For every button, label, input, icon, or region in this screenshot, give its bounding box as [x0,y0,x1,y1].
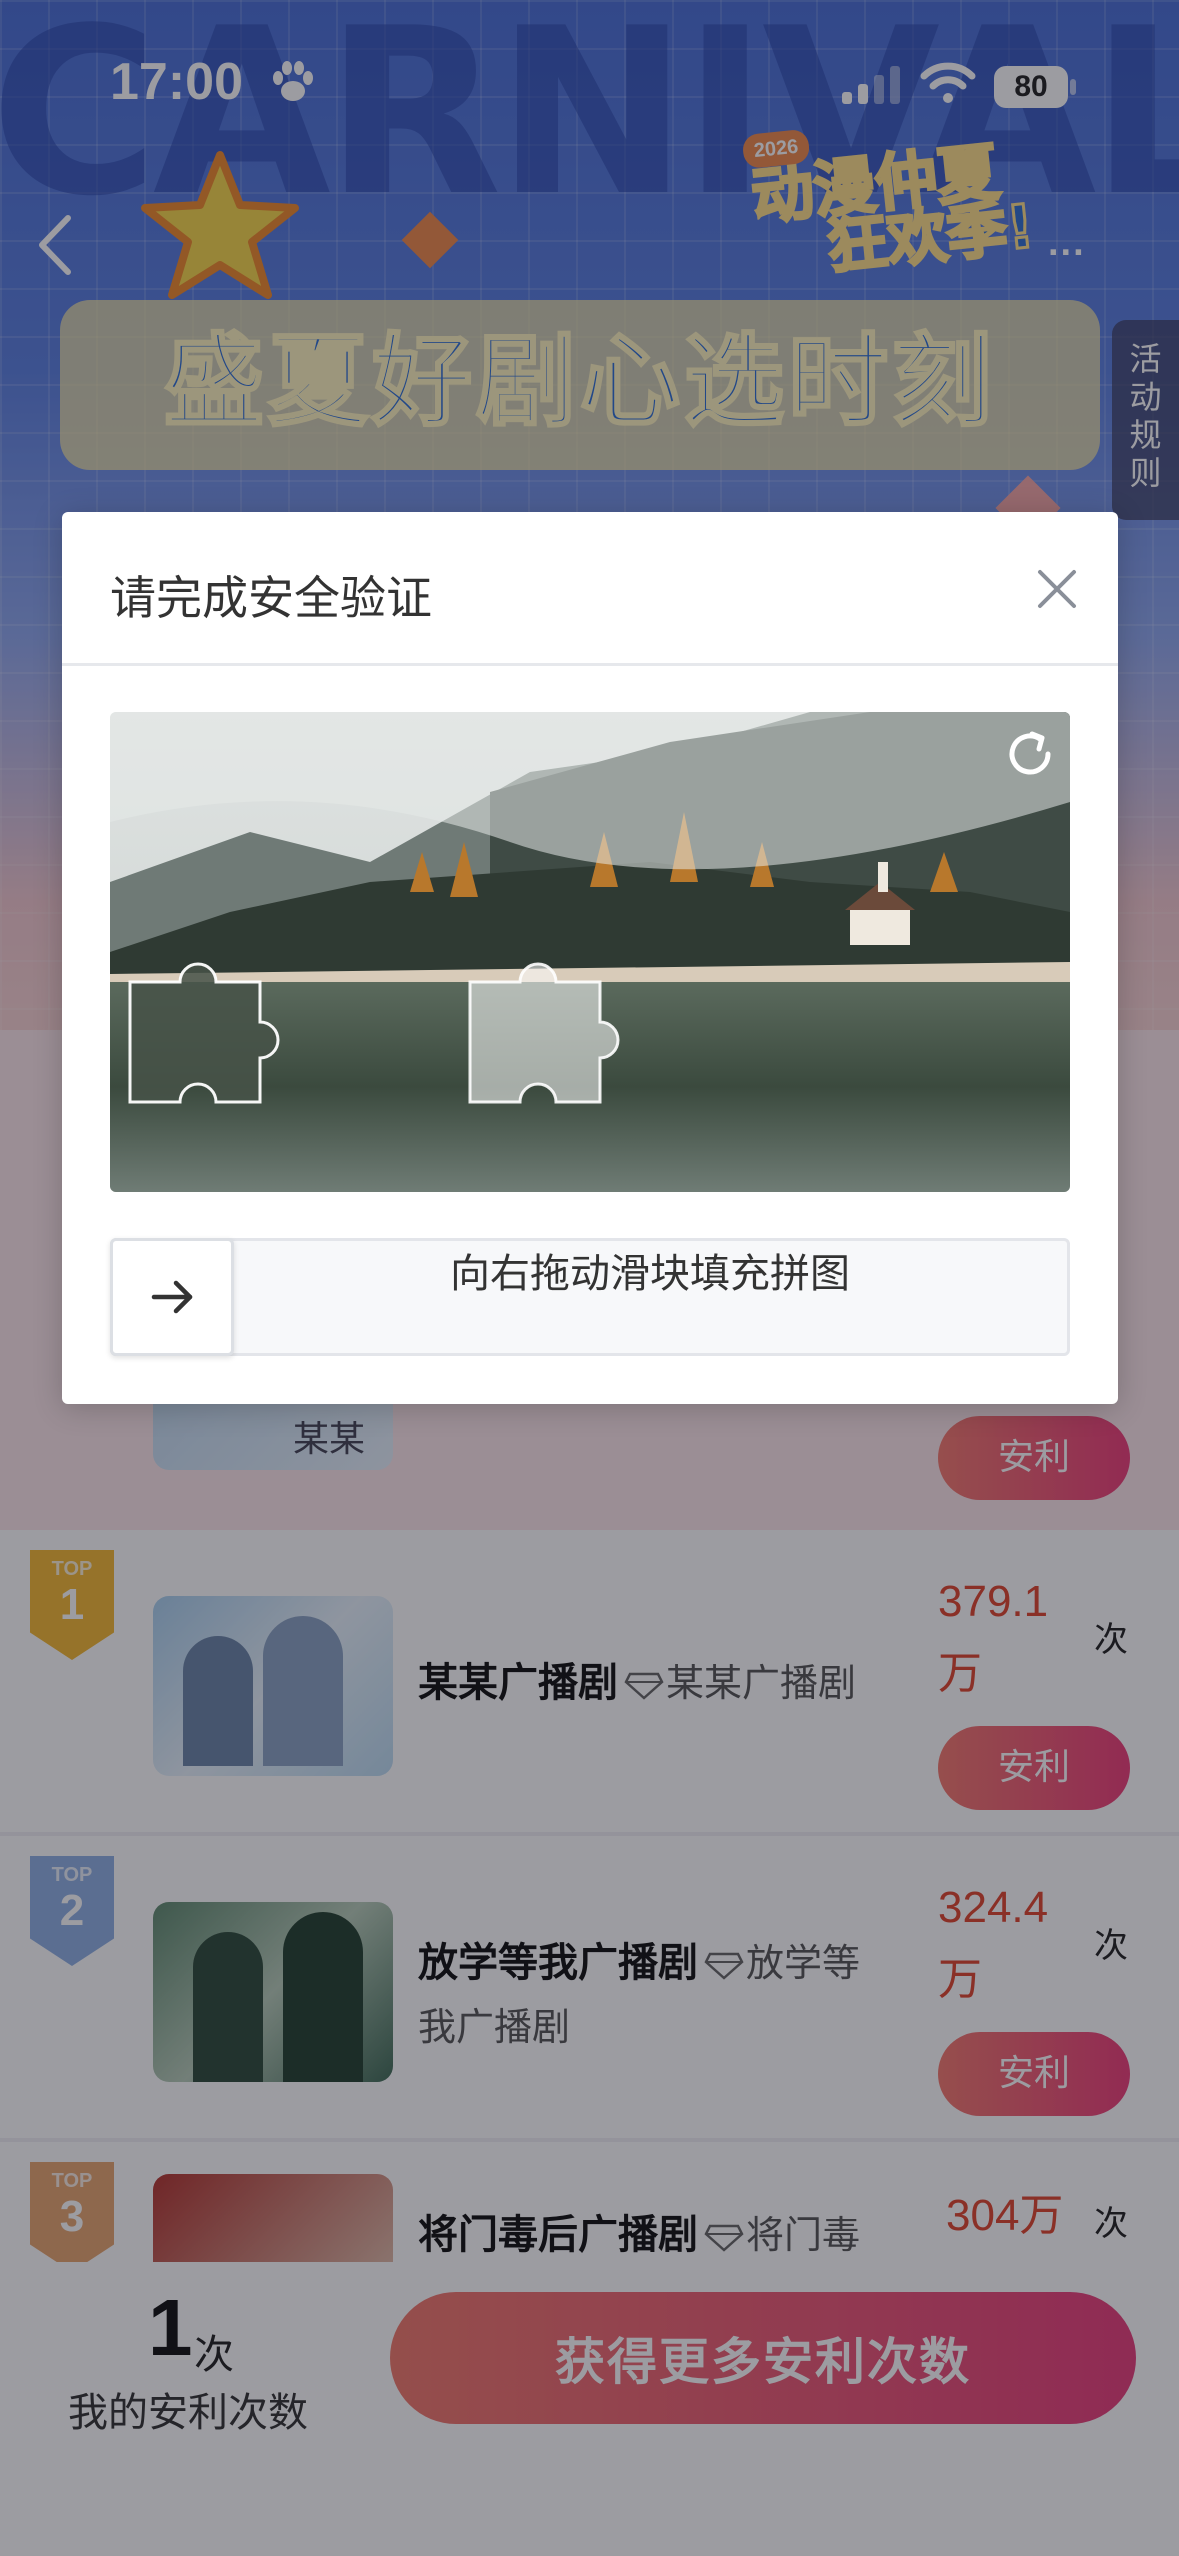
captcha-landscape [110,712,1070,1192]
dialog-header: 请完成安全验证 [62,512,1118,666]
captcha-puzzle-image [110,712,1070,1192]
captcha-slider-handle[interactable] [110,1238,234,1356]
captcha-slider-track[interactable]: 向右拖动滑块填充拼图 [110,1238,1070,1356]
security-verification-dialog: 请完成安全验证 向右拖动滑块填充拼图 [62,512,1118,1404]
dialog-title: 请完成安全验证 [110,571,432,625]
close-icon[interactable] [1032,564,1082,614]
arrow-right-icon [151,1280,193,1314]
slider-hint-text: 向右拖动滑块填充拼图 [450,1251,850,1297]
refresh-icon[interactable] [1000,724,1060,784]
